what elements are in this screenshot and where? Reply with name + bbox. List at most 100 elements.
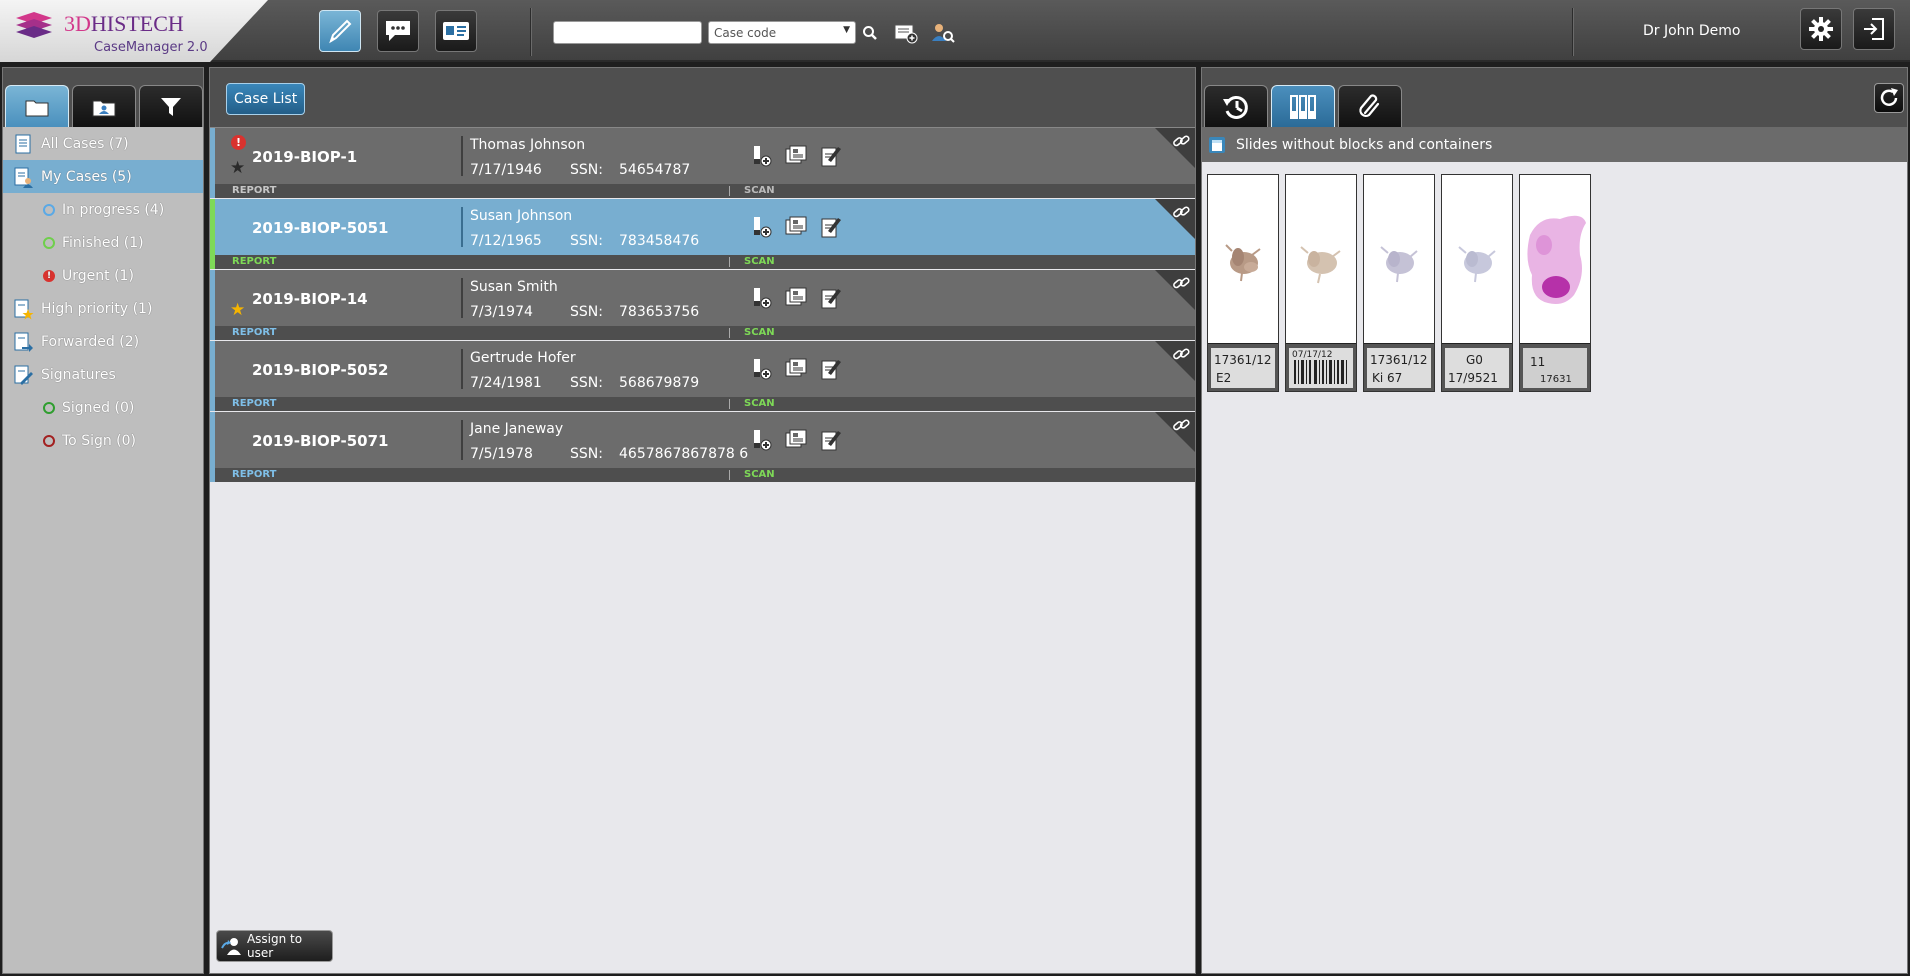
link-icon[interactable] <box>1172 203 1190 221</box>
status-dot-icon <box>43 435 55 447</box>
report-status[interactable]: REPORT <box>232 185 276 196</box>
case-id: 2019-BIOP-1 <box>252 148 358 166</box>
case-row[interactable]: 2019-BIOP-5052 Gertrude Hofer 7/24/1981 … <box>210 341 1195 411</box>
report-status[interactable]: REPORT <box>232 327 276 338</box>
tissue-image <box>1380 246 1418 283</box>
search-input[interactable] <box>553 21 702 44</box>
case-row[interactable]: ★ 2019-BIOP-14 Susan Smith 7/3/1974 SSN:… <box>210 270 1195 340</box>
logout-button[interactable] <box>1853 8 1895 50</box>
ssn-label: SSN: <box>570 375 603 391</box>
sidebar-item-forwarded[interactable]: Forwarded (2) <box>3 325 203 358</box>
patient-search-button[interactable] <box>930 20 956 46</box>
tissue-image <box>1458 246 1496 283</box>
sidebar-item-high-priority[interactable]: High priority (1) <box>3 292 203 325</box>
scan-status[interactable]: SCAN <box>744 185 775 196</box>
link-icon[interactable] <box>1172 274 1190 292</box>
edit-report-icon[interactable] <box>818 428 842 452</box>
sidebar-item-finished[interactable]: Finished (1) <box>3 226 203 259</box>
slide-thumbnail[interactable]: 17361/12 Ki 67 <box>1363 174 1435 392</box>
tab-attachments[interactable] <box>1338 85 1402 127</box>
link-icon[interactable] <box>1172 132 1190 150</box>
svg-text:17361/12: 17361/12 <box>1214 353 1272 367</box>
logout-icon <box>1864 18 1884 40</box>
report-status[interactable]: REPORT <box>232 469 276 480</box>
ssn-label: SSN: <box>570 446 603 462</box>
tissue-image <box>1300 246 1341 284</box>
open-slides-icon[interactable] <box>784 428 808 452</box>
search-button[interactable] <box>857 20 883 46</box>
patient-card-button[interactable] <box>435 10 477 52</box>
top-bar: 3DHISTECH CaseManager 2.0 Case code ▼ Dr… <box>0 0 1910 62</box>
tab-filter[interactable] <box>139 85 203 127</box>
add-slide-icon[interactable] <box>750 286 774 310</box>
sidebar-item-urgent[interactable]: ! Urgent (1) <box>3 259 203 292</box>
scan-status[interactable]: SCAN <box>744 398 775 409</box>
sidebar-item-my-cases[interactable]: My Cases (5) <box>3 160 203 193</box>
edit-report-icon[interactable] <box>818 215 842 239</box>
edit-report-icon[interactable] <box>818 144 842 168</box>
ssn-value: 4657867867878 6 <box>619 446 749 462</box>
star-icon[interactable]: ★ <box>230 302 245 319</box>
case-list-header: Case List <box>210 68 1195 128</box>
slides-section-header: Slides without blocks and containers <box>1202 127 1907 162</box>
slide-label-handwriting: 11 17631 <box>1520 344 1590 391</box>
scan-status[interactable]: SCAN <box>744 256 775 267</box>
sidebar-item-signatures[interactable]: Signatures <box>3 358 203 391</box>
tab-patient-folders[interactable] <box>72 85 136 127</box>
open-slides-icon[interactable] <box>784 357 808 381</box>
logo-mark-icon <box>16 12 52 38</box>
slide-thumbnail[interactable]: 11 17631 <box>1519 174 1591 392</box>
folder-icon <box>25 100 49 116</box>
add-slide-icon[interactable] <box>750 357 774 381</box>
slide-box-icon <box>1209 136 1225 153</box>
case-list-button[interactable]: Case List <box>226 83 306 115</box>
detail-tabs <box>1202 68 1907 127</box>
tab-history[interactable] <box>1204 85 1268 127</box>
sidebar-nav: All Cases (7) My Cases (5) In progress (… <box>3 127 203 457</box>
patient-dob: 7/24/1981 <box>470 375 542 391</box>
report-status[interactable]: REPORT <box>232 256 276 267</box>
diagnosis-tool-button[interactable] <box>319 10 361 52</box>
chat-icon <box>386 21 410 41</box>
add-slide-icon[interactable] <box>750 428 774 452</box>
sidebar-item-signed[interactable]: Signed (0) <box>3 391 203 424</box>
tab-cases[interactable] <box>5 85 69 127</box>
scan-status[interactable]: SCAN <box>744 469 775 480</box>
status-dot-icon <box>43 402 55 414</box>
slide-thumbnail[interactable]: 17361/12 E2 <box>1207 174 1279 392</box>
slide-thumbnail[interactable]: 07/17/12 <box>1285 174 1357 392</box>
case-row[interactable]: 2019-BIOP-5071 Jane Janeway 7/5/1978 SSN… <box>210 412 1195 482</box>
star-icon[interactable]: ★ <box>230 160 245 177</box>
settings-button[interactable] <box>1800 8 1842 50</box>
search-type-select[interactable]: Case code ▼ <box>708 21 856 44</box>
scan-status[interactable]: SCAN <box>744 327 775 338</box>
search-type-value: Case code <box>714 26 777 40</box>
refresh-button[interactable] <box>1874 83 1904 113</box>
open-slides-icon[interactable] <box>784 215 808 239</box>
messages-button[interactable] <box>377 10 419 52</box>
add-slide-icon[interactable] <box>750 144 774 168</box>
link-icon[interactable] <box>1172 416 1190 434</box>
case-row-main: ! ★ 2019-BIOP-1 Thomas Johnson 7/17/1946… <box>215 128 1195 184</box>
assign-to-user-button[interactable]: Assign to user <box>216 930 333 962</box>
open-slides-icon[interactable] <box>784 144 808 168</box>
slide-thumbnail[interactable]: G0 17/9521 <box>1441 174 1513 392</box>
sidebar-item-all-cases[interactable]: All Cases (7) <box>3 127 203 160</box>
sidebar-item-label: To Sign (0) <box>62 432 137 449</box>
add-case-search-button[interactable] <box>893 20 919 46</box>
edit-report-icon[interactable] <box>818 357 842 381</box>
sidebar-item-in-progress[interactable]: In progress (4) <box>3 193 203 226</box>
link-icon[interactable] <box>1172 345 1190 363</box>
case-actions <box>750 144 842 168</box>
ssn-label: SSN: <box>570 233 603 249</box>
tab-slides[interactable] <box>1271 85 1335 127</box>
sidebar-item-to-sign[interactable]: To Sign (0) <box>3 424 203 457</box>
edit-report-icon[interactable] <box>818 286 842 310</box>
add-slide-icon[interactable] <box>750 215 774 239</box>
slide-label-image: 17361/12 Ki 67 <box>1364 343 1434 391</box>
open-slides-icon[interactable] <box>784 286 808 310</box>
case-row[interactable]: 2019-BIOP-5051 Susan Johnson 7/12/1965 S… <box>210 199 1195 269</box>
case-row[interactable]: ! ★ 2019-BIOP-1 Thomas Johnson 7/17/1946… <box>210 128 1195 198</box>
case-row-main: 2019-BIOP-5052 Gertrude Hofer 7/24/1981 … <box>215 341 1195 397</box>
report-status[interactable]: REPORT <box>232 398 276 409</box>
